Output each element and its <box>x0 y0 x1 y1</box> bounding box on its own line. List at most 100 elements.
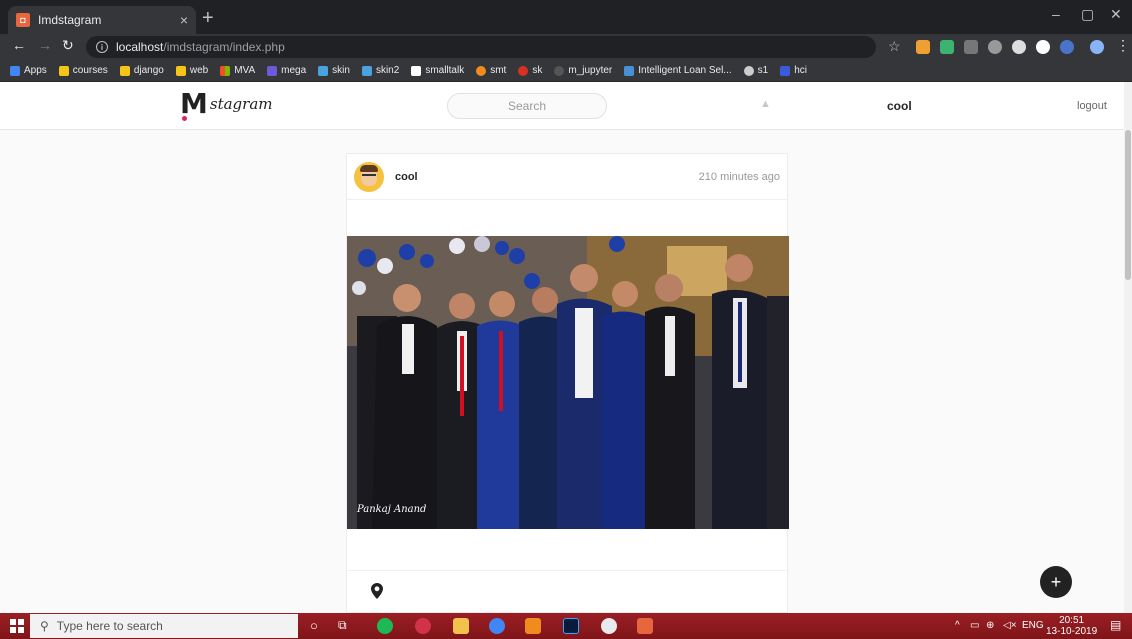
logo-m-mark: M <box>180 87 208 121</box>
volume-icon[interactable]: ◁× <box>1003 620 1017 631</box>
post-photo[interactable]: Pankaj Anand <box>347 236 789 529</box>
sublime-text-icon[interactable] <box>525 618 541 634</box>
extension-icon[interactable] <box>1060 40 1074 54</box>
search-input[interactable]: Search <box>447 93 607 119</box>
forward-icon[interactable]: → <box>38 37 52 53</box>
tab-close-button[interactable]: × <box>180 12 188 28</box>
folder-icon <box>58 65 69 76</box>
extension-icon[interactable] <box>1036 40 1050 54</box>
post-card: cool 210 minutes ago Pankaj Anand <box>346 153 789 614</box>
maximize-icon[interactable]: ▢ <box>1081 6 1094 23</box>
info-icon[interactable]: i <box>96 41 108 53</box>
spotify-icon[interactable] <box>377 618 393 634</box>
behance-icon <box>780 65 791 76</box>
bookmark-apps[interactable]: Apps <box>10 65 47 76</box>
bookmark-star-icon[interactable]: ☆ <box>888 38 901 55</box>
logout-link[interactable]: logout <box>1077 100 1107 112</box>
address-bar[interactable]: i localhost /imdstagram/index.php <box>86 36 876 58</box>
favicon-icon: ◘ <box>16 13 30 27</box>
shield-extension-icon[interactable] <box>940 40 954 54</box>
app-icon[interactable] <box>415 618 431 634</box>
post-timestamp: 210 minutes ago <box>698 170 780 183</box>
url-host: localhost <box>116 40 164 54</box>
logo-dot <box>182 116 187 121</box>
scroll-thumb[interactable] <box>1125 130 1131 280</box>
avatar[interactable] <box>354 161 384 192</box>
globe-icon <box>743 65 754 76</box>
clock-time: 20:51 <box>1059 615 1085 626</box>
taskbar-search-placeholder: Type here to search <box>56 619 163 633</box>
windows-start-icon[interactable] <box>10 619 24 633</box>
clock-date: 13-10-2019 <box>1046 626 1098 637</box>
bookmark-s1[interactable]: s1 <box>743 65 768 76</box>
download-extension-icon[interactable] <box>916 40 930 54</box>
file-explorer-icon[interactable] <box>453 618 469 634</box>
bookmark-intelligent-loan[interactable]: Intelligent Loan Sel... <box>624 65 732 76</box>
bookmark-django[interactable]: django <box>119 65 164 76</box>
browser-tabbar: ◘ Imdstagram × + – ▢ ✕ <box>0 0 1132 34</box>
github-icon <box>554 65 565 76</box>
taskbar-search-input[interactable]: ⚲ Type here to search <box>30 614 298 638</box>
bookmarks-bar: Apps courses django web MVA mega skin sk… <box>0 60 1132 82</box>
folder-icon <box>175 65 186 76</box>
mega-icon <box>267 65 278 76</box>
new-tab-button[interactable]: + <box>202 8 214 28</box>
tray-chevron-icon[interactable]: ^ <box>955 620 960 631</box>
app-icon[interactable] <box>601 618 617 634</box>
battery-icon[interactable]: ▭ <box>970 620 979 631</box>
search-icon: ⚲ <box>40 619 49 633</box>
bookmark-hci[interactable]: hci <box>780 65 807 76</box>
windows-taskbar: ⚲ Type here to search ○ ⧉ ^ ▭ ⊕ ◁× ENG 2… <box>0 613 1132 639</box>
back-icon[interactable]: ← <box>12 37 26 53</box>
bookmark-smt[interactable]: smt <box>476 65 506 76</box>
photoshop-icon[interactable] <box>563 618 579 634</box>
post-username[interactable]: cool <box>395 171 699 183</box>
extension-icon[interactable] <box>964 40 978 54</box>
minimize-icon[interactable]: – <box>1052 6 1060 22</box>
bookmark-m-jupyter[interactable]: m_jupyter <box>554 65 612 76</box>
bookmark-sk[interactable]: sk <box>518 65 542 76</box>
extension-icon[interactable] <box>1012 40 1026 54</box>
medium-icon <box>411 65 422 76</box>
bookmark-web[interactable]: web <box>175 65 208 76</box>
bookmark-skin[interactable]: skin <box>318 65 350 76</box>
taskbar-clock[interactable]: 20:51 13-10-2019 <box>1046 615 1097 637</box>
photo-watermark: Pankaj Anand <box>356 504 426 515</box>
app-header: M stagram Search ▲ cool logout <box>0 82 1124 130</box>
cortana-icon[interactable]: ○ <box>310 618 318 633</box>
add-post-button[interactable]: + <box>1040 566 1072 598</box>
sk-icon <box>518 65 529 76</box>
menu-dots-icon[interactable]: ⋮ <box>1116 37 1130 54</box>
bookmark-mega[interactable]: mega <box>267 65 306 76</box>
reload-icon[interactable]: ↻ <box>62 37 74 54</box>
network-icon[interactable]: ⊕ <box>986 620 994 631</box>
language-indicator[interactable]: ENG <box>1022 620 1044 631</box>
check-icon <box>361 65 372 76</box>
task-view-icon[interactable]: ⧉ <box>338 618 347 633</box>
url-path: /imdstagram/index.php <box>163 40 285 54</box>
browser-tab[interactable]: ◘ Imdstagram × <box>8 6 196 34</box>
profile-avatar[interactable] <box>1090 40 1104 54</box>
logo-text: stagram <box>209 95 273 113</box>
bookmark-smalltalk[interactable]: smalltalk <box>411 65 464 76</box>
microsoft-icon <box>220 65 231 76</box>
header-username[interactable]: cool <box>887 99 912 113</box>
logo[interactable]: M stagram <box>180 87 273 121</box>
bell-icon[interactable]: ▲ <box>760 98 771 110</box>
post-footer <box>347 570 789 614</box>
check-icon <box>318 65 329 76</box>
tab-title: Imdstagram <box>38 13 102 27</box>
xampp-icon[interactable] <box>637 618 653 634</box>
page-icon <box>624 65 635 76</box>
page-scrollbar[interactable] <box>1124 82 1132 613</box>
close-window-icon[interactable]: ✕ <box>1110 6 1122 23</box>
post-header: cool 210 minutes ago <box>347 154 787 200</box>
bookmark-skin2[interactable]: skin2 <box>361 65 399 76</box>
notifications-icon[interactable]: ▤ <box>1110 618 1121 632</box>
chrome-icon[interactable] <box>489 618 505 634</box>
bookmark-mva[interactable]: MVA <box>220 65 255 76</box>
location-pin-icon[interactable] <box>371 583 383 599</box>
browser-toolbar: ← → ↻ i localhost /imdstagram/index.php … <box>0 34 1132 60</box>
extension-icon[interactable] <box>988 40 1002 54</box>
bookmark-courses[interactable]: courses <box>58 65 108 76</box>
